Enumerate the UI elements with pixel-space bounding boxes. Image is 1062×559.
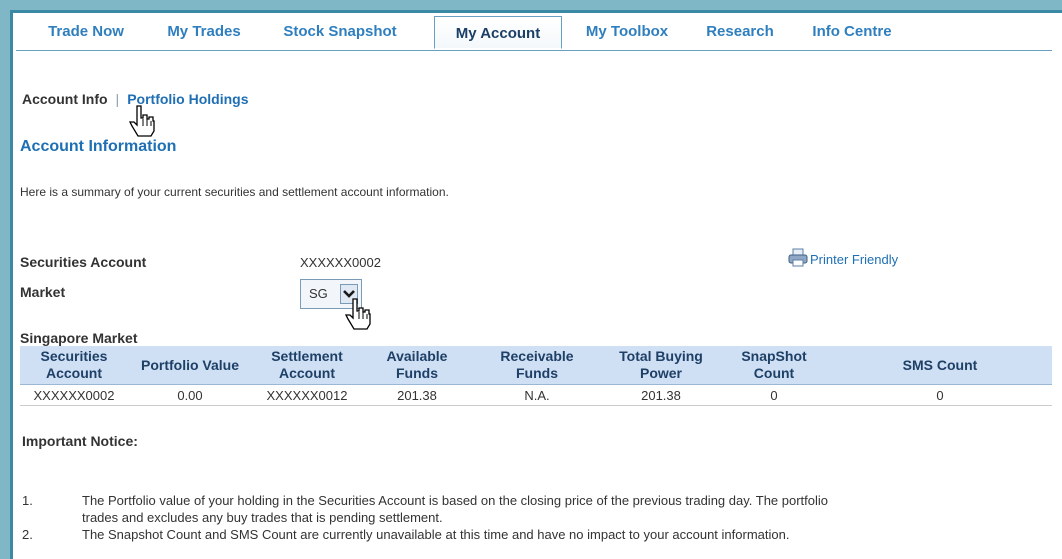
securities-account-value: XXXXXX0002: [300, 255, 381, 270]
printer-icon: [788, 248, 808, 267]
tab-stock-snapshot[interactable]: Stock Snapshot: [270, 17, 410, 50]
hand-cursor-icon: [128, 105, 155, 137]
market-select-value: SG: [309, 286, 328, 301]
note-line: trades and excludes any buy trades that …: [82, 510, 443, 525]
table-header-row: Securities Account Portfolio Value Settle…: [20, 346, 1052, 385]
list-item: 2. The Snapshot Count and SMS Count are …: [22, 526, 1052, 543]
page-title: Account Information: [20, 138, 177, 155]
cell-securities-account: XXXXXX0002: [20, 384, 128, 406]
cell-total-buying-power: 201.38: [602, 384, 720, 406]
col-securities-account: Securities Account: [20, 346, 128, 385]
market-label: Market: [20, 284, 66, 300]
note-number: 1.: [22, 493, 33, 508]
col-total-buying-power: Total Buying Power: [602, 346, 720, 385]
securities-account-label: Securities Account: [20, 254, 147, 270]
note-line: The Snapshot Count and SMS Count are cur…: [82, 527, 790, 542]
printer-friendly-link[interactable]: Printer Friendly: [788, 248, 898, 268]
col-portfolio-value: Portfolio Value: [128, 346, 252, 385]
tab-trade-now[interactable]: Trade Now: [36, 17, 136, 50]
note-line: The Portfolio value of your holding in t…: [82, 493, 829, 508]
tab-my-toolbox[interactable]: My Toolbox: [572, 17, 682, 50]
cell-sms-count: 0: [828, 384, 1052, 406]
market-section-title: Singapore Market: [20, 330, 138, 346]
tab-info-centre[interactable]: Info Centre: [800, 17, 904, 50]
cell-receivable-funds: N.A.: [472, 384, 602, 406]
cell-snapshot-count: 0: [720, 384, 828, 406]
cell-available-funds: 201.38: [362, 384, 472, 406]
table-row: XXXXXX0002 0.00 XXXXXX0012 201.38 N.A. 2…: [20, 384, 1052, 406]
tab-my-account[interactable]: My Account: [434, 16, 562, 49]
printer-friendly-label: Printer Friendly: [810, 252, 899, 267]
subnav-separator: |: [115, 91, 120, 107]
col-sms-count: SMS Count: [828, 346, 1052, 385]
important-notice-title: Important Notice:: [22, 433, 138, 449]
col-snapshot-count: SnapShot Count: [720, 346, 828, 385]
notice-list: 1. The Portfolio value of your holding i…: [22, 492, 1052, 543]
cell-settlement-account: XXXXXX0012: [252, 384, 362, 406]
hand-cursor-icon: [344, 298, 371, 330]
tab-my-trades[interactable]: My Trades: [154, 17, 254, 50]
subnav-account-info[interactable]: Account Info: [22, 91, 108, 107]
col-available-funds: Available Funds: [362, 346, 472, 385]
account-summary-table: Securities Account Portfolio Value Settle…: [20, 346, 1052, 406]
col-settlement-account: Settlement Account: [252, 346, 362, 385]
main-tab-bar: Trade Now My Trades Stock Snapshot My Ac…: [16, 16, 1052, 51]
cell-portfolio-value: 0.00: [128, 384, 252, 406]
list-item: 1. The Portfolio value of your holding i…: [22, 492, 1052, 526]
summary-text: Here is a summary of your current securi…: [20, 185, 449, 199]
col-receivable-funds: Receivable Funds: [472, 346, 602, 385]
note-number: 2.: [22, 527, 33, 542]
tab-research[interactable]: Research: [692, 17, 788, 50]
